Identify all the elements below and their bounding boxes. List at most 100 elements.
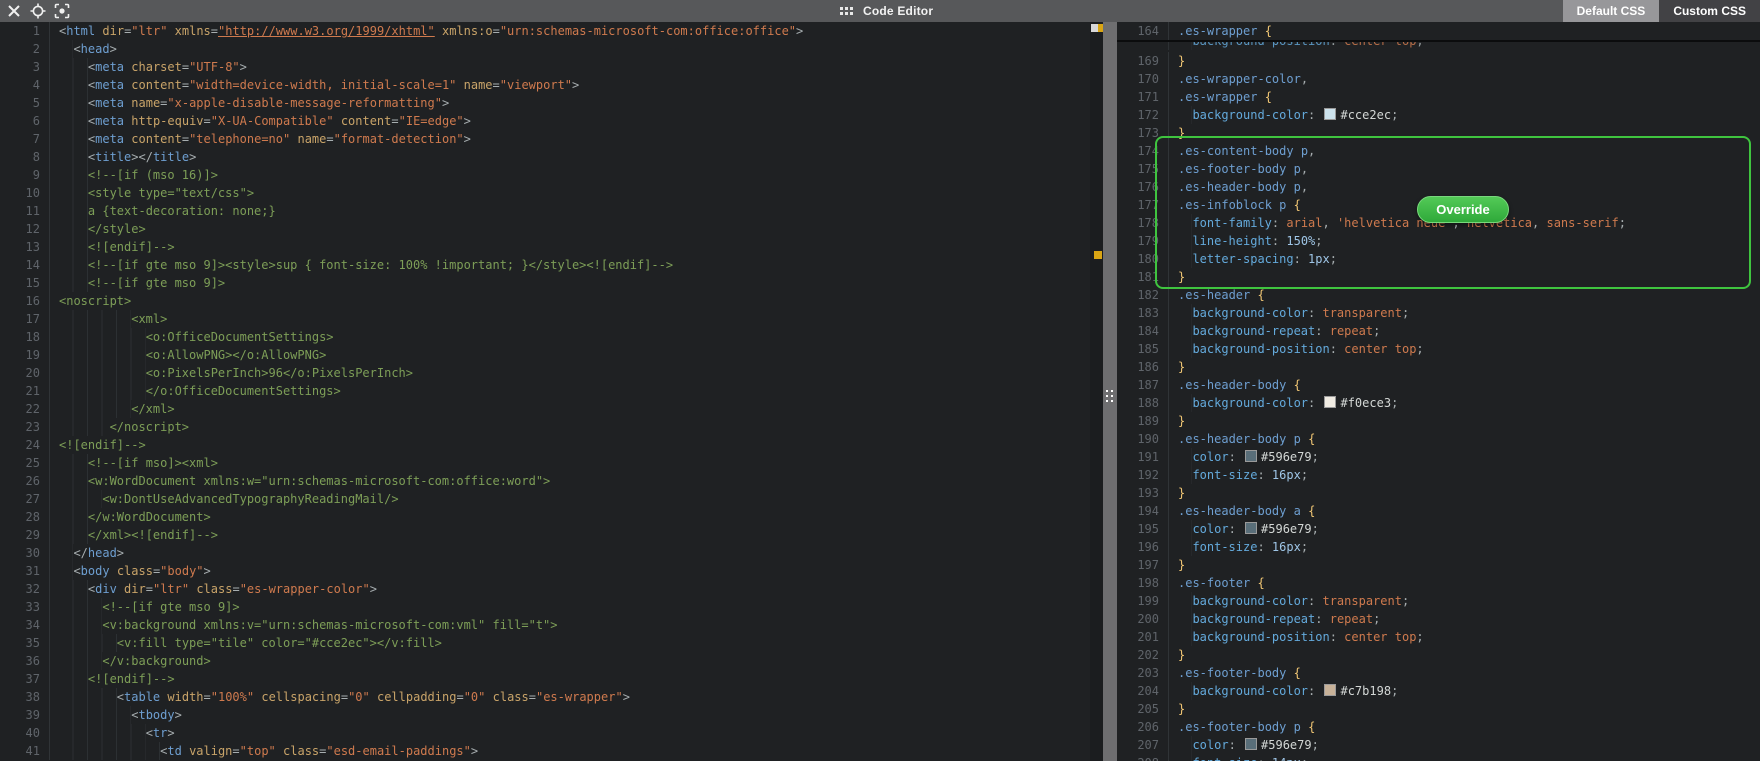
line-number: 3 [0,58,50,76]
code-line: 28 </w:WordDocument> [0,508,1090,526]
css-mode-tabs: Default CSS Custom CSS [1562,0,1760,22]
code-line-text: background-repeat: repeat; [1169,322,1380,340]
code-line: 6 <meta http-equiv="X-UA-Compatible" cont… [0,112,1090,130]
tab-default-css[interactable]: Default CSS [1562,0,1660,22]
code-line-text: <td valign="top" class="esd-email-paddin… [50,742,478,760]
code-line-text: <v:background xmlns:v="urn:schemas-micro… [50,616,558,634]
code-line-text: .es-header-body a { [1178,504,1316,518]
code-line-text: background-position: center top; [1169,340,1424,358]
tab-custom-css[interactable]: Custom CSS [1659,0,1760,22]
line-number: 189 [1117,412,1169,430]
code-line-text: background-color: #f0ece3; [1169,394,1398,412]
line-number: 12 [0,220,50,238]
code-line: 170 .es-wrapper-color, [1117,70,1760,88]
code-line-text: } [1178,126,1186,140]
code-line: 32 <div dir="ltr" class="es-wrapper-color… [0,580,1090,598]
code-line: 193} [1117,484,1760,502]
focus-icon[interactable] [52,1,72,21]
code-line-text: </xml> [50,400,175,418]
line-number: 184 [1117,322,1169,340]
code-line-text: <![endif]--> [50,238,175,256]
line-number: 175 [1117,160,1169,178]
line-number: 186 [1117,358,1169,376]
code-line-text: font-size: 16px; [1169,466,1308,484]
code-line-text: <![endif]--> [59,438,146,452]
line-number: 15 [0,274,50,292]
color-swatch [1245,450,1258,462]
line-number: 169 [1117,52,1169,70]
code-line: 169} [1117,52,1760,70]
code-line: 186} [1117,358,1760,376]
line-number: 195 [1117,520,1169,538]
code-line-text: .es-header-body { [1178,378,1301,392]
splitter-grip-icon[interactable] [1106,390,1113,402]
line-number: 185 [1117,340,1169,358]
line-number: 179 [1117,232,1169,250]
code-line-text: .es-header-body p { [1178,432,1316,446]
code-line: 33 <!--[if gte mso 9]> [0,598,1090,616]
code-line-text: <o:OfficeDocumentSettings> [50,328,334,346]
code-line-text: <meta content="width=device-width, initi… [50,76,579,94]
override-button[interactable]: Override [1417,196,1509,223]
code-line: 31 <body class="body"> [0,562,1090,580]
code-line-text: <!--[if mso]><xml> [50,454,218,472]
code-line-text: <meta http-equiv="X-UA-Compatible" conte… [50,112,471,130]
code-line-text: background-repeat: repeat; [1169,610,1380,628]
code-line: 18 <o:OfficeDocumentSettings> [0,328,1090,346]
code-line: 2 <head> [0,40,1090,58]
code-line-text: .es-footer-body p { [1178,720,1316,734]
code-line-text: } [1178,360,1186,374]
code-line-text: } [1178,270,1186,284]
line-number [1117,42,1169,50]
code-line: 29 </xml><![endif]--> [0,526,1090,544]
code-line-text: <v:fill type="tile" color="#cce2ec"></v:… [50,634,442,652]
code-line: 207 color: #596e79; [1117,736,1760,754]
code-line: 13 <![endif]--> [0,238,1090,256]
code-line: 192 font-size: 16px; [1117,466,1760,484]
close-icon[interactable] [4,1,24,21]
code-line-text: </style> [50,220,146,238]
code-line-text: } [1178,702,1186,716]
code-line-text: background-color: #cce2ec; [1169,106,1398,124]
code-line-text: <!--[if gte mso 9]><style>sup { font-siz… [50,256,673,274]
panel-splitter[interactable] [1103,22,1117,761]
line-number: 2 [0,40,50,58]
line-number: 4 [0,76,50,94]
code-line: 208font-size: 14px; [1117,754,1760,761]
line-number: 194 [1117,502,1169,520]
line-number: 172 [1117,106,1169,124]
crosshair-icon[interactable] [28,1,48,21]
line-number: 176 [1117,178,1169,196]
code-line-text: <meta content="telephone=no" name="forma… [50,130,471,148]
code-line-text: } [1178,648,1186,662]
code-line: 181} [1117,268,1760,286]
drag-handle-icon[interactable] [840,7,853,15]
html-code-editor[interactable]: 1 <html dir="ltr" xmlns="http://www.w3.or… [0,22,1090,761]
code-line-text: <o:PixelsPerInch>96</o:PixelsPerInch> [50,364,413,382]
color-swatch [1245,738,1258,750]
code-line-text: .es-wrapper { [1178,24,1272,38]
left-editor-overview-ruler[interactable] [1090,22,1106,761]
line-number: 30 [0,544,50,562]
code-line: 176 .es-header-body p, [1117,178,1760,196]
line-number: 197 [1117,556,1169,574]
code-line-text: .es-header-body p, [1178,180,1309,194]
line-number: 14 [0,256,50,274]
code-line-text: } [1178,54,1186,68]
code-line-text: color: #596e79; [1169,736,1319,754]
line-number: 173 [1117,124,1169,142]
code-line-text: <style type="text/css"> [50,184,254,202]
line-number: 205 [1117,700,1169,718]
line-number: 180 [1117,250,1169,268]
css-code-editor[interactable]: Override 164 .es-wrapper {background-posi… [1117,22,1760,761]
line-number: 201 [1117,628,1169,646]
code-line: 40 <tr> [0,724,1090,742]
color-swatch [1324,108,1337,120]
line-number: 202 [1117,646,1169,664]
code-line-text: .es-wrapper-color, [1178,72,1309,86]
line-number: 13 [0,238,50,256]
line-number: 39 [0,706,50,724]
code-line: 180 letter-spacing: 1px; [1117,250,1760,268]
code-line-text: <xml> [50,310,167,328]
code-line-text: <!--[if gte mso 9]> [50,598,240,616]
